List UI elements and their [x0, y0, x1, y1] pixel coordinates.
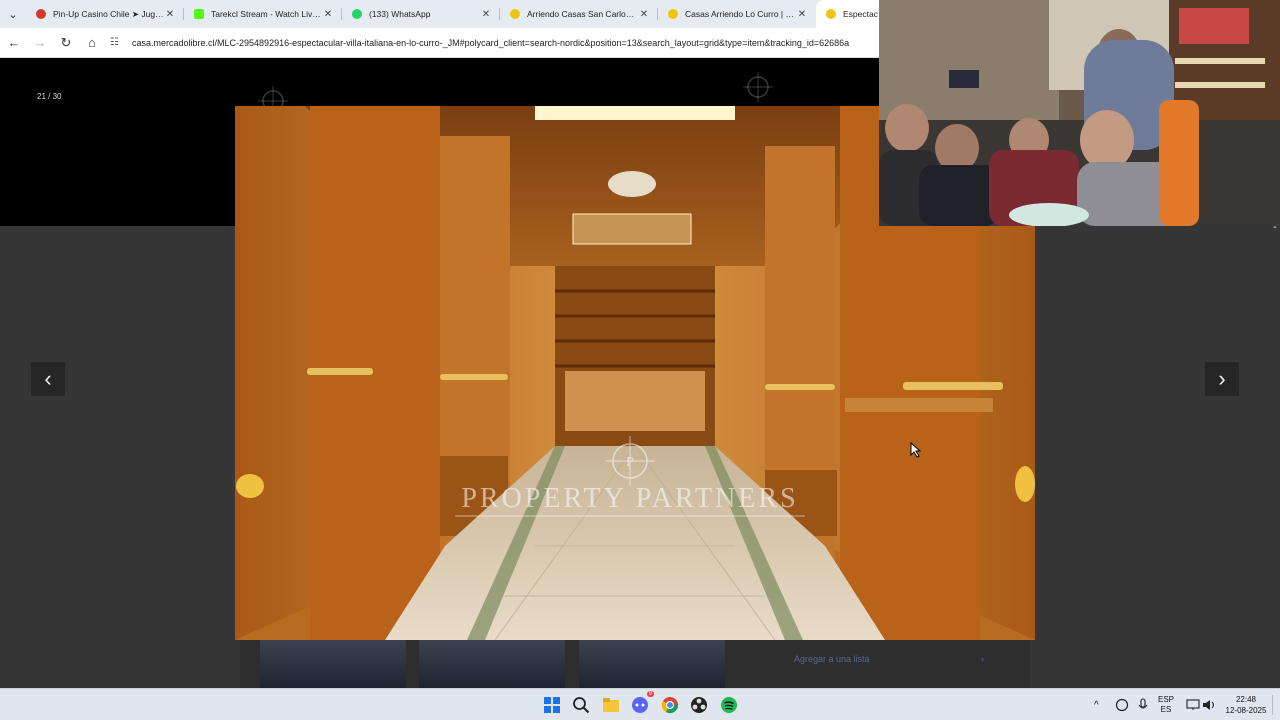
notification-badge: 9 — [646, 691, 654, 697]
search-icon[interactable] — [571, 695, 591, 715]
url-text: casa.mercadolibre.cl/MLC-2954892916-espe… — [132, 37, 850, 48]
tab-title: Casas Arriendo Lo Curro | Merc — [685, 9, 796, 19]
add-to-list-link[interactable]: Agregar a una lista › — [784, 648, 994, 670]
clock-date: 12-08-2025 — [1225, 706, 1267, 715]
whatsapp-favicon-icon — [352, 9, 362, 19]
tab-kick[interactable]: Tarekcl Stream - Watch Live on ✕ — [184, 0, 342, 28]
webcam-overlay — [879, 0, 1280, 226]
forward-arrow-icon[interactable]: → — [28, 31, 52, 55]
back-arrow-icon[interactable]: ← — [2, 31, 26, 55]
mercadolibre-favicon-icon — [826, 9, 836, 19]
photo-counter: 21 / 30 — [37, 92, 62, 101]
close-icon[interactable]: ✕ — [638, 9, 650, 20]
microphone-icon[interactable] — [1137, 689, 1149, 720]
tab-title: Arriendo Casas San Carlos | Me — [527, 9, 638, 19]
close-icon[interactable]: ✕ — [164, 9, 176, 20]
tab-arriendo-lo-curro[interactable]: Casas Arriendo Lo Curro | Merc ✕ — [658, 0, 816, 28]
display-icon[interactable] — [1186, 689, 1200, 720]
windows-taskbar: 9 ^ ESP ES 22:48 12-08-2025 — [0, 688, 1280, 720]
clock-time: 22:48 — [1235, 695, 1257, 704]
pinup-favicon-icon — [36, 9, 46, 19]
language-indicator[interactable]: ESP ES — [1158, 689, 1174, 720]
network-icon[interactable] — [1115, 689, 1129, 720]
watermark-logo-icon — [743, 72, 773, 102]
close-icon[interactable]: ✕ — [322, 9, 334, 20]
listing-thumbnail[interactable] — [419, 640, 565, 688]
kick-favicon-icon — [194, 9, 204, 19]
windows-start-icon[interactable] — [542, 695, 562, 715]
file-explorer-icon[interactable] — [601, 695, 621, 715]
tab-arriendo-san-carlos[interactable]: Arriendo Casas San Carlos | Me ✕ — [500, 0, 658, 28]
clock[interactable]: 22:48 12-08-2025 — [1224, 689, 1268, 720]
close-icon[interactable]: ✕ — [480, 9, 492, 20]
screen: ⌄ Pin-Up Casino Chile ➤ Jugar al ✕ Tarek… — [0, 0, 1280, 720]
discord-icon[interactable]: 9 — [630, 691, 654, 715]
keyboard-layout: ES — [1160, 705, 1172, 714]
site-info-icon[interactable]: ☷ — [110, 37, 126, 48]
add-to-list-label: Agregar a una lista — [794, 654, 870, 664]
mouse-cursor-icon — [910, 442, 922, 458]
language-code: ESP — [1158, 695, 1175, 704]
home-icon[interactable]: ⌂ — [80, 31, 104, 55]
mercadolibre-favicon-icon — [668, 9, 678, 19]
obs-icon[interactable] — [689, 695, 709, 715]
tab-title: Pin-Up Casino Chile ➤ Jugar al — [53, 8, 164, 19]
tray-overflow-icon[interactable]: ^ — [1094, 689, 1099, 720]
show-desktop-button[interactable] — [1272, 695, 1277, 715]
tab-search-icon[interactable]: ⌄ — [0, 0, 26, 28]
chevron-right-icon: › — [981, 654, 984, 664]
watermark-text: PROPERTY PARTNERS — [461, 483, 798, 514]
previous-photo-button[interactable]: ‹ — [31, 362, 65, 396]
spotify-icon[interactable] — [719, 695, 739, 715]
tab-pinup[interactable]: Pin-Up Casino Chile ➤ Jugar al ✕ — [26, 0, 184, 28]
listing-thumbnail[interactable] — [260, 640, 406, 688]
chrome-icon[interactable] — [660, 695, 680, 715]
volume-icon[interactable] — [1202, 689, 1216, 720]
watermark-logo-text: P — [626, 455, 634, 470]
webcam-image — [879, 0, 1280, 226]
tab-title: (133) WhatsApp — [369, 9, 431, 19]
next-photo-button[interactable]: › — [1205, 362, 1239, 396]
reload-icon[interactable]: ↻ — [54, 31, 78, 55]
tab-title: Tarekcl Stream - Watch Live on — [211, 9, 322, 19]
close-icon[interactable]: ✕ — [796, 9, 808, 20]
mercadolibre-favicon-icon — [510, 9, 520, 19]
tab-whatsapp[interactable]: (133) WhatsApp ✕ — [342, 0, 500, 28]
listing-thumbnail[interactable] — [579, 640, 725, 688]
